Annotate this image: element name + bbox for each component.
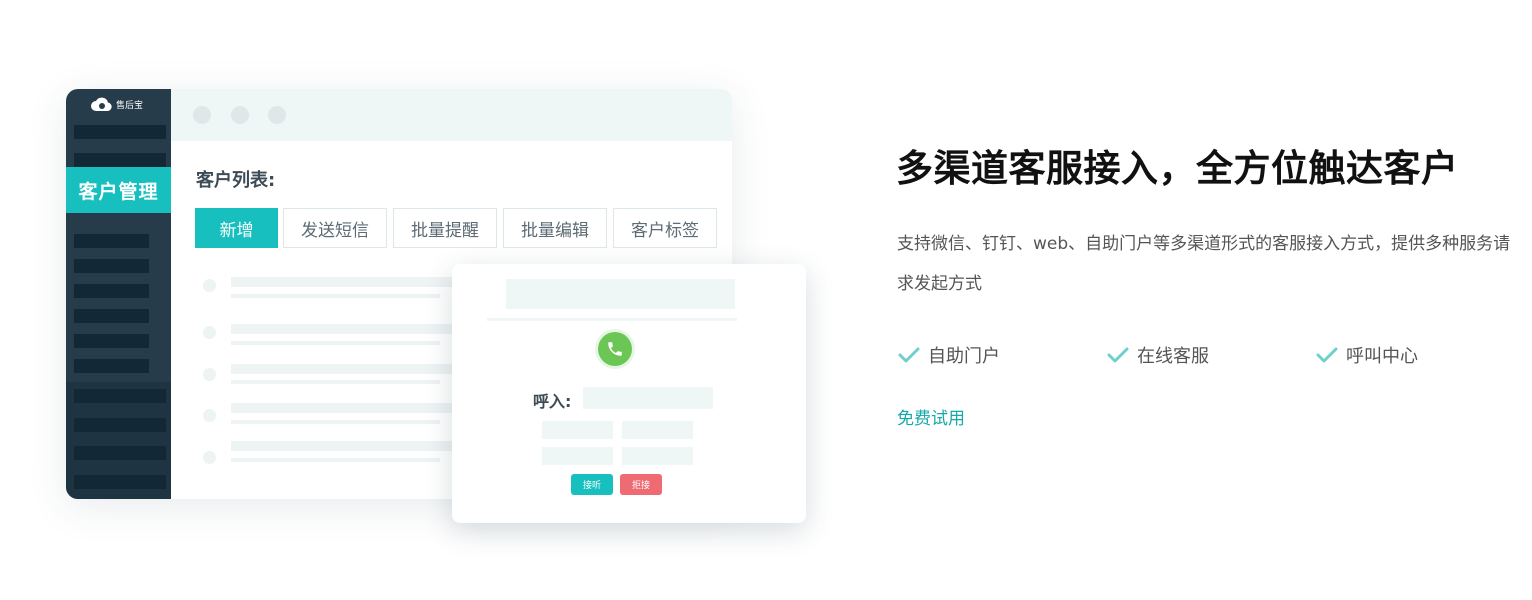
sidebar-placeholder: [74, 259, 149, 273]
list-row-dot: [203, 409, 216, 422]
section-description: 支持微信、钉钉、web、自助门户等多渠道形式的客服接入方式，提供多种服务请求发起…: [897, 234, 1511, 294]
popup-field-placeholder: [622, 421, 693, 439]
list-title: 客户列表:: [196, 170, 276, 191]
list-row-placeholder: [231, 294, 440, 298]
list-row-placeholder: [231, 441, 461, 451]
popup-header-placeholder: [506, 279, 735, 309]
list-row-placeholder: [231, 364, 461, 374]
tab-send-sms: 发送短信: [283, 208, 387, 248]
feature-self-service-portal: 自助门户: [898, 342, 1000, 368]
caller-field-placeholder: [583, 387, 713, 409]
incoming-call-popup: 呼入: 接听 拒接: [452, 264, 806, 523]
sidebar-placeholder: [74, 389, 166, 403]
check-icon: [1107, 347, 1129, 363]
list-row-placeholder: [231, 380, 440, 384]
window-dot: [231, 106, 249, 124]
sidebar-placeholder: [74, 475, 166, 489]
list-row-dot: [203, 368, 216, 381]
window-dot: [193, 106, 211, 124]
phone-icon: [598, 332, 632, 366]
list-row-placeholder: [231, 324, 461, 334]
sidebar-lower: [66, 382, 171, 499]
feature-label: 呼叫中心: [1346, 346, 1418, 367]
popup-divider: [487, 318, 737, 321]
tab-batch-edit: 批量编辑: [503, 208, 607, 248]
check-icon: [1316, 347, 1338, 363]
cloud-logo-icon: [91, 97, 112, 111]
popup-field-placeholder: [622, 447, 693, 465]
popup-field-placeholder: [542, 447, 613, 465]
feature-online-service: 在线客服: [1107, 342, 1209, 368]
sidebar-placeholder: [74, 359, 149, 373]
sidebar-item-customer-management: 客户管理: [66, 167, 171, 213]
popup-field-placeholder: [542, 421, 613, 439]
reject-button: 拒接: [620, 474, 662, 495]
list-row-placeholder: [231, 403, 461, 413]
check-icon: [898, 347, 920, 363]
feature-call-center: 呼叫中心: [1316, 342, 1418, 368]
feature-label: 自助门户: [928, 346, 1000, 367]
sidebar-placeholder: [74, 334, 149, 348]
list-row-dot: [203, 326, 216, 339]
mock-sidebar: 售后宝 客户管理: [66, 89, 171, 499]
list-row-placeholder: [231, 277, 461, 287]
tab-add: 新增: [195, 208, 278, 248]
window-titlebar: [171, 89, 732, 141]
list-row-dot: [203, 279, 216, 292]
list-row-placeholder: [231, 341, 440, 345]
logo-text: 售后宝: [116, 100, 144, 111]
sidebar-placeholder: [74, 284, 149, 298]
sidebar-placeholder: [74, 234, 149, 248]
tab-customer-tags: 客户标签: [613, 208, 717, 248]
list-row-placeholder: [231, 458, 440, 462]
tab-batch-remind: 批量提醒: [393, 208, 497, 248]
list-row-placeholder: [231, 420, 440, 424]
free-trial-link[interactable]: 免费试用: [897, 404, 965, 429]
accept-button: 接听: [571, 474, 613, 495]
list-row-dot: [203, 451, 216, 464]
sidebar-placeholder: [74, 309, 149, 323]
sidebar-placeholder: [74, 418, 166, 432]
sidebar-placeholder: [74, 153, 166, 167]
sidebar-placeholder: [74, 446, 166, 460]
incoming-call-label: 呼入:: [533, 392, 572, 411]
feature-label: 在线客服: [1137, 346, 1209, 367]
section-headline: 多渠道客服接入，全方位触达客户: [896, 147, 1459, 190]
window-dot: [268, 106, 286, 124]
sidebar-placeholder: [74, 125, 166, 139]
logo: 售后宝: [90, 95, 143, 113]
